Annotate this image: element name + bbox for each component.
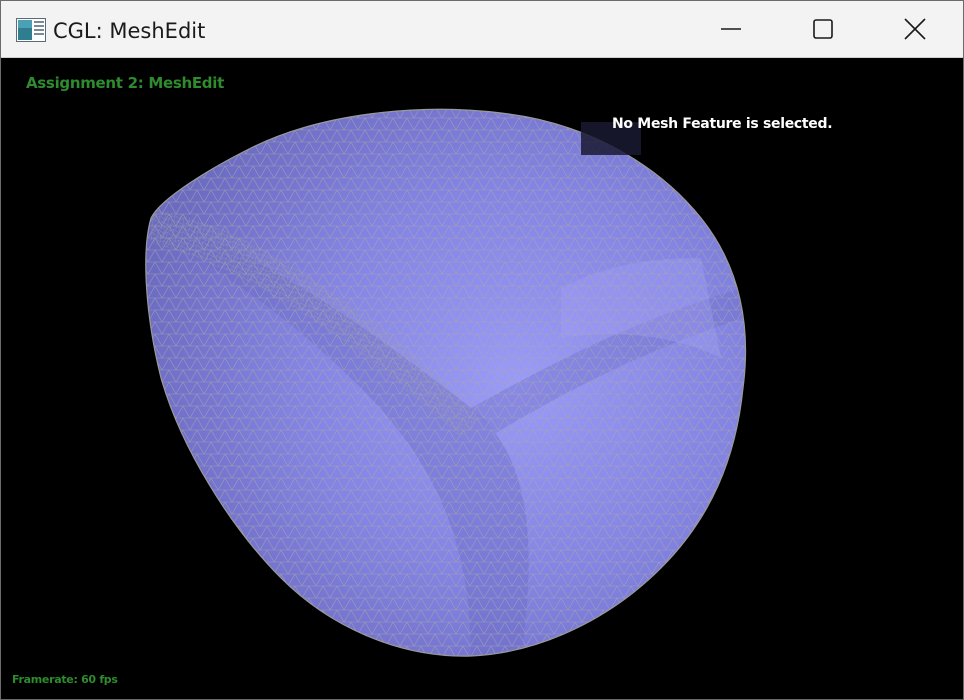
- close-icon: [904, 18, 926, 40]
- maximize-icon: [813, 19, 833, 39]
- window-title: CGL: MeshEdit: [53, 19, 206, 43]
- mesh-render[interactable]: [1, 58, 963, 699]
- title-bar[interactable]: CGL: MeshEdit: [1, 1, 963, 58]
- maximize-button[interactable]: [777, 1, 869, 57]
- assignment-title: Assignment 2: MeshEdit: [26, 74, 224, 92]
- render-viewport[interactable]: Assignment 2: MeshEdit No Mesh Feature i…: [1, 58, 963, 699]
- app-icon: [16, 18, 46, 42]
- framerate-readout: Framerate: 60 fps: [12, 673, 118, 686]
- minimize-icon: [721, 19, 741, 39]
- minimize-button[interactable]: [685, 1, 777, 57]
- selection-status: No Mesh Feature is selected.: [612, 116, 833, 132]
- app-window: CGL: MeshEdit Assignment 2: MeshEdit No …: [0, 0, 964, 700]
- close-button[interactable]: [869, 1, 961, 57]
